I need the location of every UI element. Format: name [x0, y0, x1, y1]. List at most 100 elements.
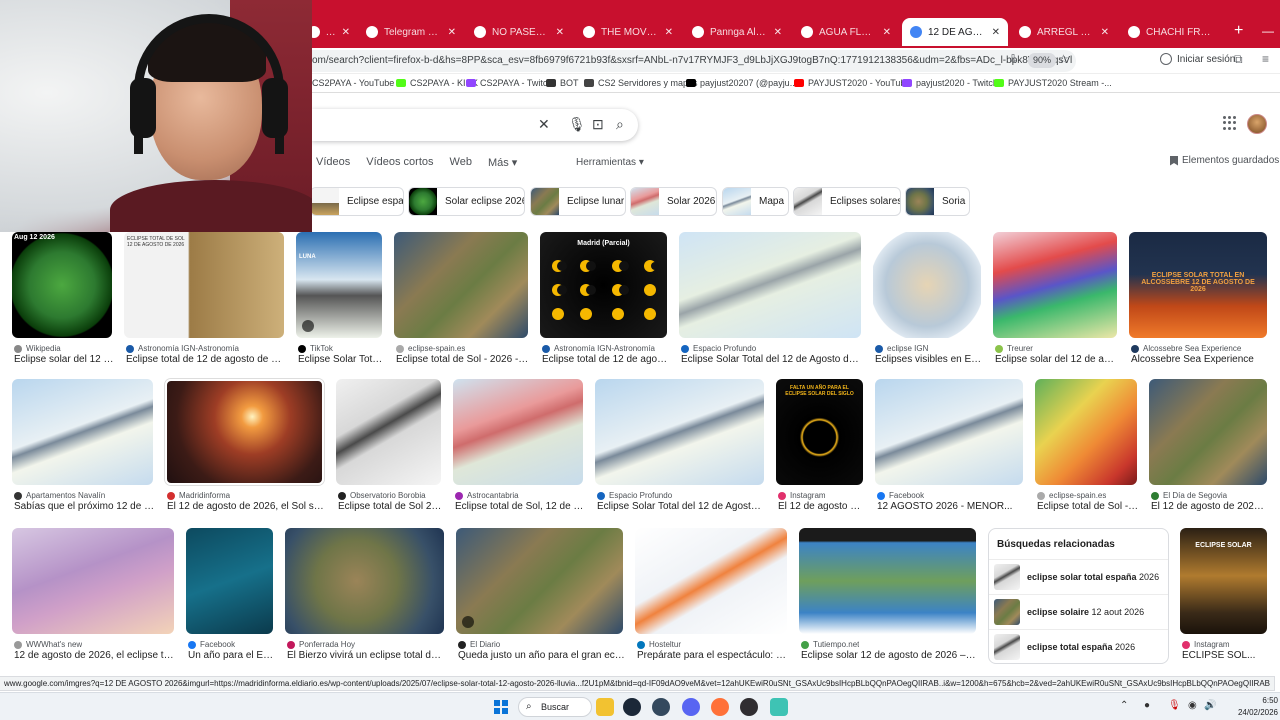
browser-tab[interactable]: CHACHI FRIO - Buscar	[1120, 18, 1220, 46]
tab-close-icon[interactable]: ✕	[883, 27, 891, 38]
result-image[interactable]	[873, 232, 981, 338]
image-result[interactable]: Ponferrada Hoy El Bierzo vivirá un eclip…	[285, 528, 446, 664]
avatar[interactable]	[1247, 114, 1267, 134]
result-image[interactable]	[165, 379, 324, 485]
tab-close-icon[interactable]: ✕	[992, 27, 1000, 38]
image-result[interactable]: Aug 12 2026 Wikipedia Eclipse solar del …	[12, 232, 114, 368]
search-icon[interactable]: ⌕	[616, 116, 624, 133]
image-result[interactable]: eclipse-spain.es Eclipse total de Sol - …	[394, 232, 530, 368]
result-image[interactable]	[595, 379, 764, 485]
extensions-icon[interactable]: ⧉	[1234, 52, 1243, 67]
minimize-icon[interactable]: —	[1262, 24, 1274, 38]
result-image[interactable]	[1149, 379, 1267, 485]
image-result[interactable]: El Día de Segovia El 12 de agosto de 202…	[1149, 379, 1269, 515]
result-image[interactable]: Madrid (Parcial)	[540, 232, 667, 338]
result-image[interactable]	[1035, 379, 1137, 485]
microphone-icon[interactable]: 🎙	[1168, 700, 1181, 711]
result-image[interactable]	[394, 232, 528, 338]
image-result[interactable]: Astrocantabria Eclipse total de Sol, 12 …	[453, 379, 585, 515]
image-result[interactable]: ECLIPSE SOLAR TOTAL EN ALCOSSEBRE 12 DE …	[1129, 232, 1267, 368]
lens-icon[interactable]: ⊡	[592, 116, 604, 133]
result-image[interactable]: LUNA	[296, 232, 382, 338]
tab-more[interactable]: Más ▾	[488, 156, 517, 172]
image-result-hovered[interactable]: Madridinforma El 12 de agosto de 2026, e…	[165, 379, 326, 515]
result-image[interactable]: ECLIPSE SOLAR TOTAL EN ALCOSSEBRE 12 DE …	[1129, 232, 1267, 338]
steam-tray-icon[interactable]: ●	[1144, 700, 1150, 711]
system-clock[interactable]: 6:50 24/02/2026	[1222, 695, 1278, 719]
related-search-item[interactable]: eclipse solar total españa 2026	[989, 559, 1168, 594]
chip-solar-eclipse-2026[interactable]: Solar eclipse 2026	[408, 187, 525, 216]
image-result[interactable]: ECLIPSE TOTAL DE SOL 12 DE AGOSTO DE 202…	[124, 232, 286, 368]
tab-close-icon[interactable]: ✕	[1101, 27, 1109, 38]
tab-videos[interactable]: Vídeos	[316, 156, 350, 172]
tools-button[interactable]: Herramientas ▾	[576, 157, 644, 168]
related-search-item[interactable]: eclipse solaire 12 aout 2026	[989, 594, 1168, 629]
tray-chevron-icon[interactable]: ⌃	[1120, 700, 1128, 711]
browser-tab-active[interactable]: 12 DE AGOSTO 2026✕	[902, 18, 1008, 46]
search-input[interactable]: ✕ 🎙 ⊡ ⌕	[312, 109, 638, 141]
browser-tab[interactable]: Telegram Web✕	[358, 18, 464, 46]
image-result[interactable]: Facebook Un año para el Ecli...	[186, 528, 275, 664]
image-result[interactable]: Observatorio Borobia Eclipse total de So…	[336, 379, 443, 515]
tab-close-icon[interactable]: ✕	[342, 27, 350, 38]
image-result[interactable]: El Diario Queda justo un año para el gra…	[456, 528, 625, 664]
bookmark-item[interactable]: BOT	[546, 78, 579, 88]
image-result[interactable]: Apartamentos Navalín Sabías que el próxi…	[12, 379, 155, 515]
result-image[interactable]	[336, 379, 441, 485]
google-apps-icon[interactable]	[1223, 116, 1237, 130]
firefox-icon[interactable]	[711, 698, 729, 716]
result-image[interactable]: Aug 12 2026	[12, 232, 112, 338]
chip-eclipses-solares[interactable]: Eclipses solares	[793, 187, 901, 216]
browser-tab[interactable]: AGUA FLOWS 2026✕	[793, 18, 899, 46]
result-image[interactable]	[635, 528, 787, 634]
bookmark-item[interactable]: payjust2020 - Twitch	[902, 78, 998, 88]
address-bar[interactable]: om/search?client=firefox-b-d&hs=8PP&sca_…	[300, 50, 1076, 72]
image-result[interactable]: Espacio Profundo Eclipse Solar Total del…	[679, 232, 863, 368]
result-image[interactable]	[12, 528, 174, 634]
chip-soria[interactable]: Soria	[905, 187, 970, 216]
image-result[interactable]: Facebook 12 AGOSTO 2026 - MENOR...	[875, 379, 1023, 515]
image-result[interactable]: Espacio Profundo Eclipse Solar Total del…	[595, 379, 766, 515]
network-icon[interactable]: ◉	[1188, 700, 1197, 711]
result-image[interactable]: ECLIPSE SOLAR	[1180, 528, 1267, 634]
new-tab-icon[interactable]: +	[1234, 22, 1243, 40]
file-explorer-icon[interactable]	[596, 698, 614, 716]
app-icon[interactable]	[770, 698, 788, 716]
image-result[interactable]: WWWhat's new 12 de agosto de 2026, el ec…	[12, 528, 176, 664]
image-result[interactable]: FALTA UN AÑO PARA EL ECLIPSE SOLAR DEL S…	[776, 379, 865, 515]
tab-close-icon[interactable]: ✕	[556, 27, 564, 38]
chip-solar-2026[interactable]: Solar 2026	[630, 187, 717, 216]
tab-close-icon[interactable]: ✕	[448, 27, 456, 38]
steam-icon[interactable]	[623, 698, 641, 716]
browser-tab[interactable]: ARREGL BAR SERIE✕	[1011, 18, 1117, 46]
image-result[interactable]: LUNA TikTok Eclipse Solar Total...	[296, 232, 384, 368]
result-image[interactable]	[453, 379, 583, 485]
image-result[interactable]: Tutiempo.net Eclipse solar 12 de agosto …	[799, 528, 978, 664]
result-image[interactable]	[679, 232, 861, 338]
discord-icon[interactable]	[682, 698, 700, 716]
tab-short-videos[interactable]: Vídeos cortos	[366, 156, 433, 172]
clear-search-icon[interactable]: ✕	[538, 116, 550, 133]
related-search-item[interactable]: eclipse total españa 2026	[989, 629, 1168, 664]
result-image[interactable]	[993, 232, 1117, 338]
chip-eclipse-espana[interactable]: Eclipse españa	[310, 187, 404, 216]
result-image[interactable]	[186, 528, 273, 634]
sign-in-button[interactable]: Iniciar sesión	[1160, 53, 1235, 65]
app-icon[interactable]	[652, 698, 670, 716]
bookmark-item[interactable]: payjust20207 (@payju...	[686, 78, 797, 88]
tab-web[interactable]: Web	[450, 156, 472, 172]
image-result[interactable]: eclipse-spain.es Eclipse total de Sol - …	[1035, 379, 1139, 515]
result-image[interactable]: FALTA UN AÑO PARA EL ECLIPSE SOLAR DEL S…	[776, 379, 863, 485]
zoom-level-badge[interactable]: 90%	[1028, 53, 1057, 68]
chip-eclipse-lunar[interactable]: Eclipse lunar	[530, 187, 626, 216]
image-result[interactable]: Hosteltur Prepárate para el espectáculo:…	[635, 528, 789, 664]
bookmark-item[interactable]: CS2PAYA - Twitch	[466, 78, 552, 88]
browser-tab[interactable]: Pannga Al - El Mira✕	[684, 18, 790, 46]
microphone-icon[interactable]: 🎙	[568, 116, 586, 133]
result-image[interactable]	[12, 379, 153, 485]
bookmark-item[interactable]: PAYJUST2020 Stream -...	[994, 78, 1112, 88]
image-result[interactable]: Madrid (Parcial) Astronomía IGN-Astronom…	[540, 232, 669, 368]
saved-items-link[interactable]: Elementos guardados	[1170, 155, 1279, 166]
result-image[interactable]	[799, 528, 976, 634]
tab-close-icon[interactable]: ✕	[665, 27, 673, 38]
